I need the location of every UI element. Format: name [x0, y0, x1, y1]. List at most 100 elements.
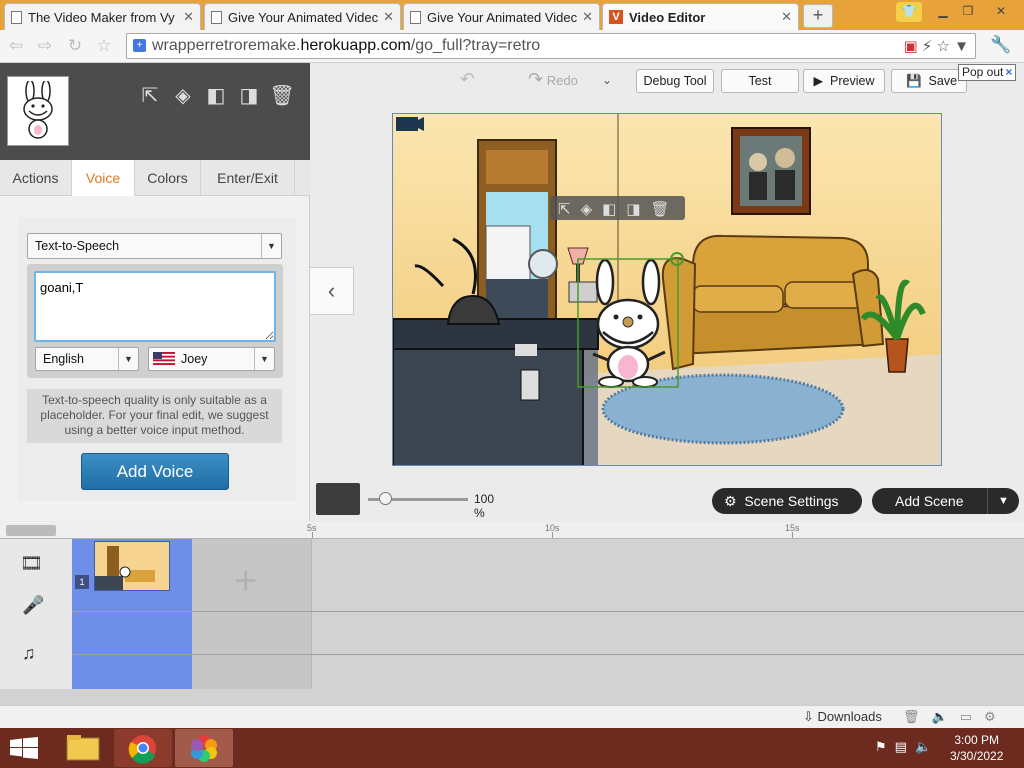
- play-icon: ▶: [813, 74, 824, 88]
- tab-actions[interactable]: Actions: [0, 160, 72, 196]
- chrome-taskbar-icon[interactable]: [114, 729, 172, 767]
- video-editor-app: ↶ ↷ Redo ⌄ Debug Tool Test ▶ Preview 💾 S…: [0, 63, 1024, 705]
- scene-stage[interactable]: ⇱◈◧◨🗑: [392, 113, 942, 466]
- add-scene-button[interactable]: Add Scene ▼: [872, 488, 1019, 514]
- debug-tool-button[interactable]: Debug Tool: [636, 69, 714, 93]
- chevron-down-icon[interactable]: ▼: [987, 488, 1019, 514]
- address-bar-icons: ▣ ⚡ ☆ ▼: [903, 37, 969, 55]
- browser-tab-video-editor[interactable]: V Video Editor ✕: [602, 3, 799, 30]
- ruler-handle[interactable]: [6, 525, 56, 536]
- tab-title: Video Editor: [629, 9, 706, 25]
- gear-icon: ⚙: [724, 493, 737, 509]
- camera-view-icon[interactable]: [316, 483, 360, 515]
- flag-icon[interactable]: ⚑: [875, 739, 895, 754]
- minimize-icon[interactable]: ▁: [930, 2, 956, 22]
- dropdown-icon[interactable]: ▼: [954, 38, 969, 55]
- add-voice-button[interactable]: Add Voice: [81, 453, 229, 490]
- system-tray-icons[interactable]: ⚑▤🔈: [875, 739, 939, 755]
- bookmark-star-icon[interactable]: ☆: [93, 35, 115, 57]
- zoom-slider-handle[interactable]: [379, 492, 392, 505]
- panel-tabs: Actions Voice Colors Enter/Exit: [0, 160, 310, 196]
- trash-icon[interactable]: 🗑: [269, 83, 294, 107]
- windows-start-icon[interactable]: [10, 737, 38, 759]
- tab-enter-exit[interactable]: Enter/Exit: [201, 160, 295, 196]
- scene-thumbnail[interactable]: [94, 541, 170, 591]
- scene-1-track[interactable]: 1: [72, 539, 192, 689]
- film-strip-icon: 🎞: [20, 553, 43, 573]
- chevron-down-icon[interactable]: ⌄: [602, 73, 612, 87]
- empty-scene-slot[interactable]: +: [192, 539, 312, 689]
- language-select[interactable]: English ▼: [35, 347, 139, 371]
- chevron-down-icon: ▼: [254, 348, 274, 370]
- back-icon[interactable]: ⇦: [5, 35, 27, 57]
- tab-title: Give Your Animated Videc: [228, 9, 379, 25]
- ruler-label: 5s: [307, 523, 317, 533]
- restore-icon[interactable]: ❐: [955, 2, 981, 22]
- track-icons: 🎞 🎤 ♫: [0, 539, 72, 689]
- address-url[interactable]: wrapperretroremake.herokuapp.com/go_full…: [152, 37, 540, 55]
- music-note-icon: ♫: [22, 643, 36, 663]
- address-bar[interactable]: + wrapperretroremake.herokuapp.com/go_fu…: [126, 33, 976, 59]
- redo-icon: ↷: [528, 69, 544, 89]
- popout-close-icon[interactable]: ×: [1005, 65, 1012, 79]
- add-scene-plus-icon[interactable]: +: [234, 559, 257, 604]
- resize-icon[interactable]: ⇱: [138, 83, 162, 107]
- scene-settings-button[interactable]: ⚙ Scene Settings: [712, 488, 862, 514]
- browser-tab-2[interactable]: Give Your Animated Videc ✕: [204, 3, 401, 30]
- tab-title: The Video Maker from Vy: [28, 9, 175, 25]
- tab-colors[interactable]: Colors: [135, 160, 201, 196]
- save-button[interactable]: 💾 Save: [891, 69, 967, 93]
- page-icon: [410, 10, 421, 24]
- microphone-icon: 🎤: [22, 595, 45, 615]
- tts-text-input[interactable]: goani,T: [34, 271, 276, 342]
- file-explorer-icon[interactable]: [54, 729, 112, 767]
- browser-tab-3[interactable]: Give Your Animated Videc ✕: [403, 3, 600, 30]
- timeline-ruler[interactable]: 5s 10s 15s: [0, 522, 1024, 539]
- browser-tab-1[interactable]: The Video Maker from Vy ✕: [4, 3, 201, 30]
- stage-toolbar: ↶ ↷ Redo ⌄ Debug Tool Test ▶ Preview 💾 S…: [310, 63, 1024, 101]
- popup-blocked-icon[interactable]: ▣: [903, 38, 917, 55]
- bookmark-icon[interactable]: ☆: [937, 38, 950, 55]
- flash-icon[interactable]: ⚡: [922, 38, 933, 55]
- forward-icon[interactable]: ⇨: [34, 35, 56, 57]
- photos-taskbar-icon[interactable]: [175, 729, 233, 767]
- undo-icon[interactable]: ↶: [460, 69, 475, 90]
- close-tab-icon[interactable]: ✕: [183, 9, 194, 25]
- wrench-menu-icon[interactable]: 🔧: [990, 35, 1011, 55]
- ruler-label: 10s: [545, 523, 560, 533]
- save-icon: 💾: [906, 74, 922, 88]
- close-window-icon[interactable]: ✕: [986, 2, 1016, 22]
- browser-status-bar: ⇩ Downloads 🗑🔈▭⚙: [0, 705, 1024, 728]
- system-clock[interactable]: 3:00 PM 3/30/2022: [950, 732, 1003, 764]
- browser-toolbar: ⇦ ⇨ ↻ ☆ + wrapperretroremake.herokuapp.c…: [0, 30, 1024, 63]
- close-tab-icon[interactable]: ✕: [582, 9, 593, 25]
- downloads-button[interactable]: ⇩ Downloads: [803, 709, 882, 725]
- preview-button[interactable]: ▶ Preview: [803, 69, 885, 93]
- test-button[interactable]: Test: [721, 69, 799, 93]
- voice-method-select[interactable]: Text-to-Speech ▼: [27, 233, 282, 259]
- reload-icon[interactable]: ↻: [64, 35, 86, 57]
- network-icon[interactable]: ▤: [895, 739, 915, 754]
- tts-frame: goani,T English ▼ Joey ▼: [27, 264, 283, 378]
- close-tab-icon[interactable]: ✕: [383, 9, 394, 25]
- redo-button[interactable]: ↷ Redo: [528, 69, 578, 90]
- site-info-icon[interactable]: +: [133, 39, 146, 52]
- tab-title: Give Your Animated Videc: [427, 9, 578, 25]
- bring-front-icon[interactable]: ◨: [237, 83, 261, 107]
- profile-icon[interactable]: 👕: [896, 2, 922, 22]
- camera-icon[interactable]: [396, 117, 418, 131]
- volume-icon[interactable]: 🔈: [915, 739, 939, 754]
- status-icons[interactable]: 🗑🔈▭⚙: [903, 709, 1008, 725]
- collapse-panel-icon[interactable]: ‹: [310, 267, 354, 315]
- send-back-icon[interactable]: ◧: [204, 83, 228, 107]
- voice-select[interactable]: Joey ▼: [148, 347, 275, 371]
- tab-voice[interactable]: Voice: [72, 160, 135, 196]
- popout-tooltip[interactable]: Pop out ×: [958, 64, 1017, 81]
- download-icon: ⇩: [803, 709, 814, 724]
- close-tab-icon[interactable]: ✕: [781, 9, 792, 25]
- new-tab-button[interactable]: +: [803, 4, 833, 28]
- character-panel: ⇱ ◈ ◧ ◨ 🗑 Actions Voice Colors Enter/Exi…: [0, 63, 310, 521]
- character-thumbnail[interactable]: [7, 76, 69, 146]
- flip-icon[interactable]: ◈: [171, 83, 195, 107]
- scene-number: 1: [75, 575, 89, 589]
